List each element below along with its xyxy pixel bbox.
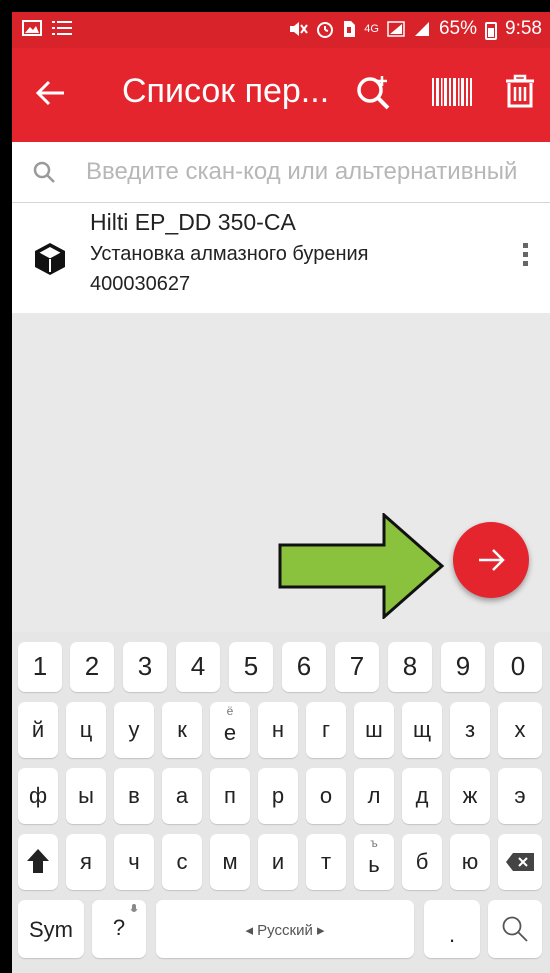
barcode-icon[interactable] <box>430 70 474 114</box>
key-л[interactable]: л <box>354 768 394 824</box>
key-ф[interactable]: ф <box>18 768 58 824</box>
sim-icon <box>344 21 356 37</box>
key-ю[interactable]: ю <box>450 834 490 890</box>
key-с[interactable]: с <box>162 834 202 890</box>
sym-key[interactable]: Sym <box>18 900 84 958</box>
page-title: Список пер... <box>122 72 330 110</box>
battery-icon <box>485 22 498 40</box>
key-я[interactable]: я <box>66 834 106 890</box>
key-ш[interactable]: ш <box>354 702 394 758</box>
key-6[interactable]: 6 <box>282 642 326 692</box>
search-icon <box>502 916 528 942</box>
backspace-icon <box>506 853 534 871</box>
key-к[interactable]: к <box>162 702 202 758</box>
key-9[interactable]: 9 <box>441 642 485 692</box>
keyboard: 1 2 3 4 5 6 7 8 9 0 й ц у к ёе н г ш щ з… <box>12 632 550 973</box>
cube-icon <box>35 243 65 275</box>
list-item[interactable]: Hilti EP_DD 350-CA Установка алмазного б… <box>12 203 550 313</box>
arrow-right-icon <box>479 549 505 571</box>
key-ч[interactable]: ч <box>114 834 154 890</box>
app-toolbar: Список пер... <box>12 48 550 142</box>
search-icon <box>33 161 55 183</box>
device-frame: 4G 65% 9:58 Список пер... Введите скан-к… <box>0 0 550 973</box>
signal-icon-2 <box>414 22 429 36</box>
status-bar: 4G 65% 9:58 <box>12 12 550 48</box>
list-notification-icon <box>52 21 72 35</box>
key-0[interactable]: 0 <box>494 642 542 692</box>
key-в[interactable]: в <box>114 768 154 824</box>
shift-icon <box>27 849 49 873</box>
key-1[interactable]: 1 <box>18 642 62 692</box>
search-add-icon[interactable] <box>352 70 392 114</box>
mute-icon <box>290 22 309 36</box>
key-х[interactable]: х <box>498 702 542 758</box>
key-щ[interactable]: щ <box>402 702 442 758</box>
key-3[interactable]: 3 <box>123 642 167 692</box>
overflow-menu-icon[interactable] <box>520 243 530 269</box>
item-description: Установка алмазного бурения <box>90 243 369 265</box>
key-7[interactable]: 7 <box>335 642 379 692</box>
key-4[interactable]: 4 <box>176 642 220 692</box>
microphone-icon <box>130 904 138 912</box>
key-8[interactable]: 8 <box>388 642 432 692</box>
space-key[interactable]: ◂ Русский ▸ <box>156 900 414 958</box>
period-key[interactable]: . <box>424 900 480 958</box>
arrow-left-icon[interactable] <box>34 76 68 110</box>
key-и[interactable]: и <box>258 834 298 890</box>
item-name: Hilti EP_DD 350-CA <box>90 209 296 235</box>
battery-percent: 65% <box>438 18 478 39</box>
key-у[interactable]: у <box>114 702 154 758</box>
key-р[interactable]: р <box>258 768 298 824</box>
key-е[interactable]: ёе <box>210 702 250 758</box>
key-э[interactable]: э <box>498 768 542 824</box>
key-й[interactable]: й <box>18 702 58 758</box>
search-input[interactable] <box>86 154 550 190</box>
key-ц[interactable]: ц <box>66 702 106 758</box>
key-з[interactable]: з <box>450 702 490 758</box>
key-н[interactable]: н <box>258 702 298 758</box>
key-5[interactable]: 5 <box>229 642 273 692</box>
search-bar <box>12 142 550 203</box>
key-д[interactable]: д <box>402 768 442 824</box>
next-fab-button[interactable] <box>453 522 529 598</box>
image-notification-icon <box>22 20 42 36</box>
signal-icon-1 <box>387 21 405 37</box>
key-г[interactable]: г <box>306 702 346 758</box>
item-code: 400030627 <box>90 273 191 295</box>
key-2[interactable]: 2 <box>70 642 114 692</box>
network-type: 4G <box>364 23 379 35</box>
alarm-icon <box>317 22 334 38</box>
key-б[interactable]: б <box>402 834 442 890</box>
question-key[interactable]: ? <box>92 900 146 958</box>
key-ь[interactable]: ъь <box>354 834 394 890</box>
backspace-key[interactable] <box>498 834 542 890</box>
key-т[interactable]: т <box>306 834 346 890</box>
search-key[interactable] <box>488 900 542 958</box>
key-ы[interactable]: ы <box>66 768 106 824</box>
key-м[interactable]: м <box>210 834 250 890</box>
clock: 9:58 <box>505 18 542 39</box>
key-ж[interactable]: ж <box>450 768 490 824</box>
trash-icon[interactable] <box>502 70 538 114</box>
key-п[interactable]: п <box>210 768 250 824</box>
app-screen: 4G 65% 9:58 Список пер... Введите скан-к… <box>12 12 550 973</box>
key-а[interactable]: а <box>162 768 202 824</box>
key-о[interactable]: о <box>306 768 346 824</box>
shift-key[interactable] <box>18 834 58 890</box>
annotation-arrow-icon <box>278 513 445 619</box>
